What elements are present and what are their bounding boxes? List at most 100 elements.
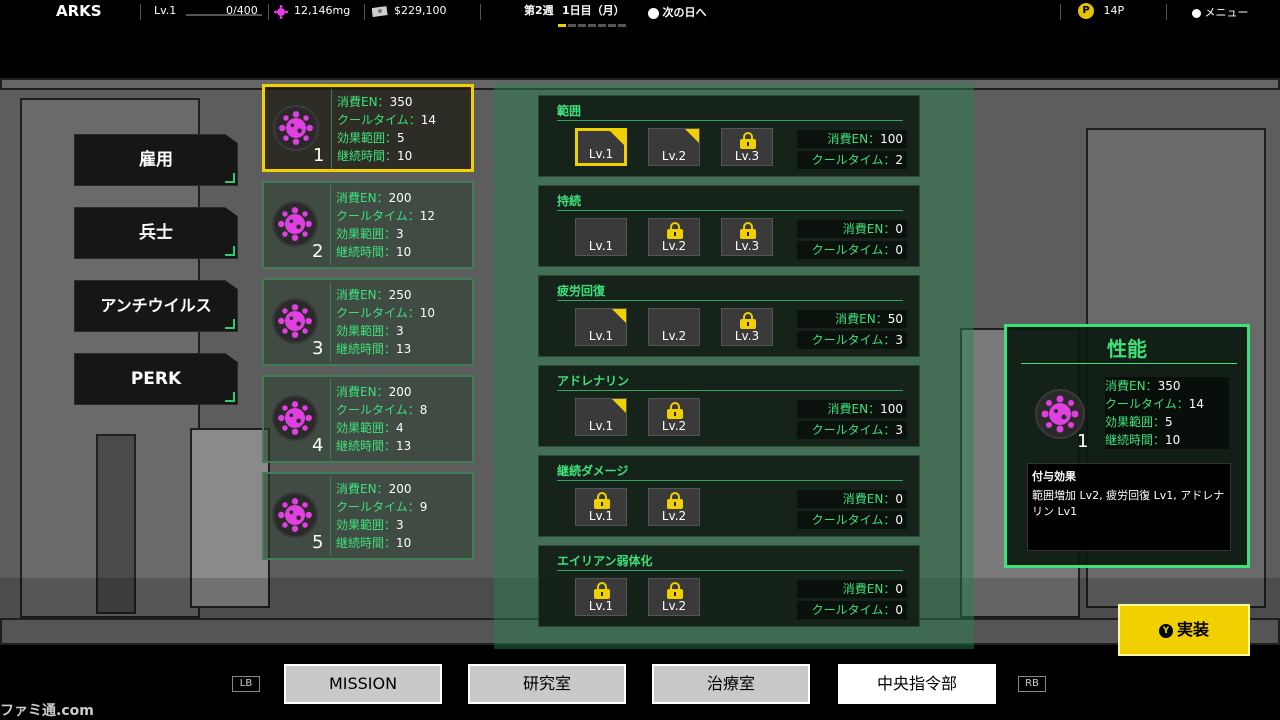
stat-row: クールタイム：8 [336, 403, 428, 417]
upgrade-level-1[interactable]: Lv.1 [575, 398, 627, 436]
stat-row: 継続時間：13 [336, 342, 412, 356]
section-cooldown: クールタイム：0 [797, 241, 907, 259]
resource-amount: 12,146mg [294, 4, 351, 17]
antivirus-slot-card[interactable]: 1 消費EN：350 クールタイム：14 効果範囲：5 継続時間：10 [262, 84, 474, 172]
next-day-label: 次の日へ [662, 6, 707, 19]
top-status-bar: ARKS Lv.1 0/400 12,146mg $229,100 第2週 1日… [0, 0, 1280, 27]
nav-perk-button[interactable]: PERK [74, 353, 238, 405]
stat-row: 効果範囲：4 [336, 421, 404, 435]
stat-row: クールタイム：12 [336, 209, 436, 223]
stat-row: 効果範囲：5 [1105, 413, 1229, 431]
lock-icon [594, 582, 610, 599]
section-en: 消費EN：0 [797, 580, 907, 598]
lock-icon [667, 222, 683, 239]
slot-number: 1 [313, 145, 325, 166]
nav-soldier-button[interactable]: 兵士 [74, 207, 238, 259]
upgrade-section: エイリアン弱体化 Lv.1 Lv.2 消費EN：0 クールタイム：0 [538, 545, 920, 627]
week-progress [558, 17, 628, 27]
stat-row: クールタイム：14 [1105, 395, 1229, 413]
upgrade-level-2[interactable]: Lv.2 [648, 128, 700, 166]
stat-row: 継続時間：10 [1105, 431, 1229, 449]
upgrade-level-1[interactable]: Lv.1 [575, 488, 627, 526]
week-label: 第2週 [524, 4, 554, 17]
tab-infirmary[interactable]: 治療室 [652, 664, 810, 704]
slot-number: 4 [312, 435, 324, 456]
section-title: エイリアン弱体化 [557, 554, 653, 568]
nav-label: 兵士 [139, 223, 173, 243]
nav-label: 雇用 [139, 150, 173, 170]
stat-row: 消費EN：350 [1105, 377, 1229, 395]
menu-button[interactable]: メニュー [1192, 4, 1249, 20]
nav-label: PERK [130, 369, 182, 389]
section-title: 疲労回復 [557, 284, 606, 298]
divider [480, 4, 481, 20]
upgrade-level-3[interactable]: Lv.3 [721, 308, 773, 346]
upgrade-level-2[interactable]: Lv.2 [648, 308, 700, 346]
apply-button[interactable]: Y 実装 [1118, 604, 1250, 656]
nav-antivirus-button[interactable]: アンチウイルス [74, 280, 238, 332]
upgrade-level-2[interactable]: Lv.2 [648, 488, 700, 526]
effects-text: 範囲増加 Lv2, 疲労回復 Lv1, アドレナリン Lv1 [1032, 489, 1225, 518]
upgrade-level-1[interactable]: Lv.1 [575, 578, 627, 616]
divider [140, 4, 141, 20]
stat-row: クールタイム：9 [336, 500, 428, 514]
next-day-button[interactable]: 次の日へ [648, 4, 707, 20]
controller-button-icon [1192, 8, 1201, 18]
lock-icon [667, 582, 683, 599]
lock-icon [667, 492, 683, 509]
upgrade-level-3[interactable]: Lv.3 [721, 218, 773, 256]
section-en: 消費EN：0 [797, 220, 907, 238]
stat-row: 効果範囲：3 [336, 324, 404, 338]
rb-button[interactable]: RB [1018, 676, 1046, 692]
antivirus-slot-card[interactable]: 2 消費EN：200 クールタイム：12 効果範囲：3 継続時間：10 [262, 181, 474, 269]
money-amount: $229,100 [394, 4, 447, 17]
watermark: ファミ通.com [0, 703, 94, 719]
upgrade-level-2[interactable]: Lv.2 [648, 578, 700, 616]
virus-resource-icon [274, 5, 288, 19]
section-title: アドレナリン [557, 374, 630, 388]
upgrade-level-2[interactable]: Lv.2 [648, 398, 700, 436]
stat-row: クールタイム：14 [337, 113, 437, 127]
section-cooldown: クールタイム：2 [797, 151, 907, 169]
section-en: 消費EN：50 [797, 310, 907, 328]
divider [268, 4, 269, 20]
controller-button-icon [648, 7, 659, 19]
divider [364, 4, 365, 20]
antivirus-slot-card[interactable]: 3 消費EN：250 クールタイム：10 効果範囲：3 継続時間：13 [262, 278, 474, 366]
upgrade-level-3[interactable]: Lv.3 [721, 128, 773, 166]
stat-row: 継続時間：10 [337, 149, 413, 163]
points-display: P 14P [1078, 3, 1124, 19]
stat-row: 消費EN：350 [337, 95, 413, 109]
section-cooldown: クールタイム：3 [797, 421, 907, 439]
antivirus-slot-card[interactable]: 5 消費EN：200 クールタイム：9 効果範囲：3 継続時間：10 [262, 472, 474, 560]
day-label: 1日目（月） [562, 4, 625, 17]
lb-button[interactable]: LB [232, 676, 260, 692]
upgrade-level-1[interactable]: Lv.1 [575, 218, 627, 256]
points-coin-icon: P [1078, 3, 1094, 19]
stat-row: 継続時間：13 [336, 439, 412, 453]
antivirus-slot-card[interactable]: 4 消費EN：200 クールタイム：8 効果範囲：4 継続時間：13 [262, 375, 474, 463]
xp-progress-bar [186, 14, 262, 16]
points-value: 14P [1103, 4, 1125, 17]
upgrade-level-2[interactable]: Lv.2 [648, 218, 700, 256]
player-level: Lv.1 [154, 4, 177, 17]
section-en: 消費EN：100 [797, 400, 907, 418]
stat-row: 効果範囲：3 [336, 518, 404, 532]
section-en: 消費EN：0 [797, 490, 907, 508]
stat-row: 消費EN：200 [336, 385, 412, 399]
menu-label: メニュー [1204, 6, 1249, 19]
controller-y-icon: Y [1158, 623, 1173, 638]
nav-hire-button[interactable]: 雇用 [74, 134, 238, 186]
stat-row: 消費EN：250 [336, 288, 412, 302]
performance-slot-number: 1 [1077, 431, 1089, 452]
slot-number: 5 [312, 532, 324, 553]
stat-row: 効果範囲：3 [336, 227, 404, 241]
tab-laboratory[interactable]: 研究室 [468, 664, 626, 704]
upgrade-level-1[interactable]: Lv.1 [575, 128, 627, 166]
upgrade-level-1[interactable]: Lv.1 [575, 308, 627, 346]
applied-effects-box: 付与効果 範囲増加 Lv2, 疲労回復 Lv1, アドレナリン Lv1 [1027, 463, 1231, 551]
stat-row: クールタイム：10 [336, 306, 436, 320]
effects-title: 付与効果 [1032, 470, 1076, 483]
tab-mission[interactable]: MISSION [284, 664, 442, 704]
tab-central-command[interactable]: 中央指令部 [838, 664, 996, 704]
